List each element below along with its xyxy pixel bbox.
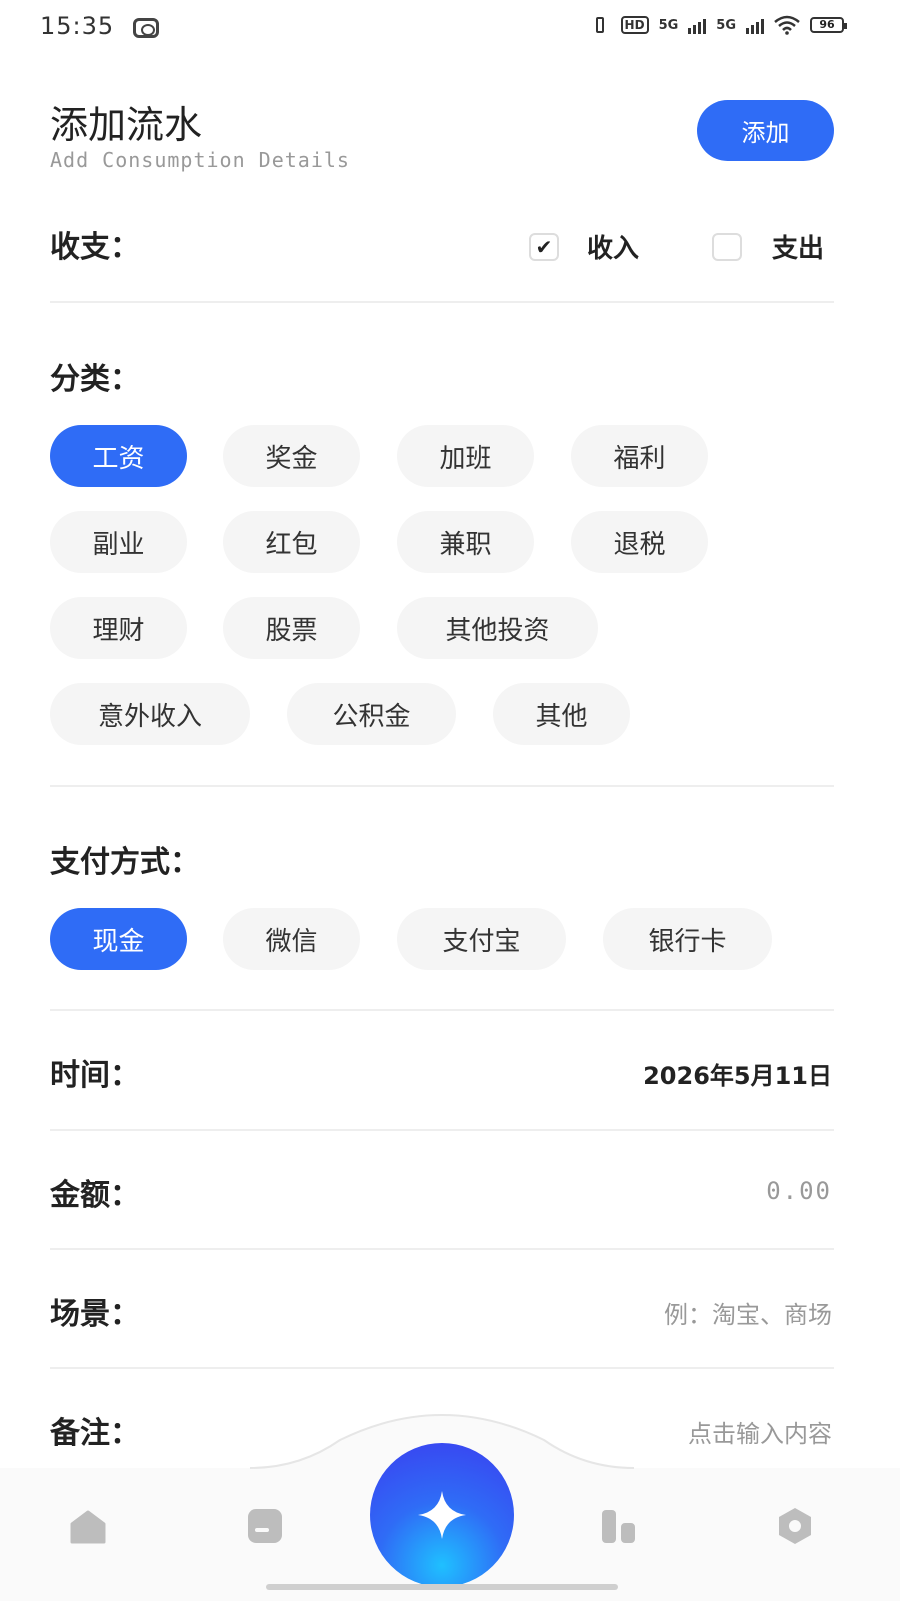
- add-record-button[interactable]: [370, 1443, 514, 1587]
- expense-label: 支出: [772, 234, 825, 264]
- category-chip-overtime[interactable]: 加班: [397, 425, 534, 487]
- payment-label: 支付方式：: [50, 845, 200, 880]
- payment-chip-cash[interactable]: 现金: [50, 908, 187, 970]
- payment-chip-alipay[interactable]: 支付宝: [397, 908, 566, 970]
- category-chip-other[interactable]: 其他: [493, 683, 630, 745]
- settings-icon[interactable]: [775, 1506, 815, 1546]
- page-title: 添加流水: [50, 103, 203, 147]
- signal-1-label: 5G: [658, 17, 679, 33]
- expense-option[interactable]: 支出: [712, 228, 824, 265]
- vibrate-icon: [589, 14, 611, 36]
- amount-label: 金额：: [50, 1178, 140, 1213]
- category-chip-housing-fund[interactable]: 公积金: [287, 683, 456, 745]
- battery-icon: 96: [810, 17, 847, 33]
- page-subtitle: Add Consumption Details: [50, 148, 350, 172]
- divider: [50, 785, 834, 787]
- category-chip-other-investment[interactable]: 其他投资: [397, 597, 598, 659]
- divider: [50, 1367, 834, 1369]
- income-checkbox[interactable]: ✔: [529, 232, 559, 261]
- divider: [50, 301, 834, 303]
- divider: [50, 1248, 834, 1250]
- expense-checkbox[interactable]: [712, 232, 742, 261]
- category-chip-finance[interactable]: 理财: [50, 597, 187, 659]
- signal-2-icon: [746, 16, 764, 34]
- status-bar: 15:35 HD 5G 5G 96: [0, 0, 900, 58]
- category-chip-red-packet[interactable]: 红包: [223, 511, 360, 573]
- scene-input[interactable]: 例：淘宝、商场: [664, 1295, 832, 1330]
- time-value[interactable]: 2026年5月11日: [643, 1056, 832, 1091]
- divider: [50, 1129, 834, 1131]
- amount-input[interactable]: 0.00: [766, 1177, 832, 1205]
- wifi-icon: [774, 15, 800, 35]
- category-chip-side-job[interactable]: 副业: [50, 511, 187, 573]
- payment-chip-bank-card[interactable]: 银行卡: [603, 908, 772, 970]
- category-chip-part-time[interactable]: 兼职: [397, 511, 534, 573]
- signal-1-icon: [688, 16, 707, 34]
- time-label: 时间：: [50, 1058, 140, 1093]
- home-indicator: [266, 1584, 618, 1590]
- category-chip-unexpected-income[interactable]: 意外收入: [50, 683, 250, 745]
- income-label: 收入: [587, 234, 640, 264]
- payment-chip-wechat[interactable]: 微信: [223, 908, 360, 970]
- type-label: 收支：: [50, 230, 140, 265]
- category-chip-stocks[interactable]: 股票: [223, 597, 360, 659]
- home-icon[interactable]: [68, 1506, 108, 1546]
- hd-icon: HD: [620, 16, 649, 34]
- notification-icon: [133, 18, 159, 38]
- scene-label: 场景：: [50, 1297, 140, 1332]
- category-chip-tax-refund[interactable]: 退税: [571, 511, 708, 573]
- category-chip-salary[interactable]: 工资: [50, 425, 187, 487]
- add-button[interactable]: 添加: [697, 100, 834, 161]
- stats-icon[interactable]: [599, 1506, 639, 1546]
- plus-icon: [418, 1491, 466, 1539]
- bill-icon[interactable]: [245, 1506, 285, 1546]
- income-option[interactable]: ✔ 收入: [529, 228, 639, 265]
- status-time: 15:35: [40, 12, 115, 40]
- category-label: 分类：: [50, 362, 140, 397]
- category-chip-bonus[interactable]: 奖金: [223, 425, 360, 487]
- divider: [50, 1009, 834, 1011]
- category-chip-welfare[interactable]: 福利: [571, 425, 708, 487]
- signal-2-label: 5G: [716, 17, 736, 33]
- status-icons: HD 5G 5G 96: [589, 14, 847, 36]
